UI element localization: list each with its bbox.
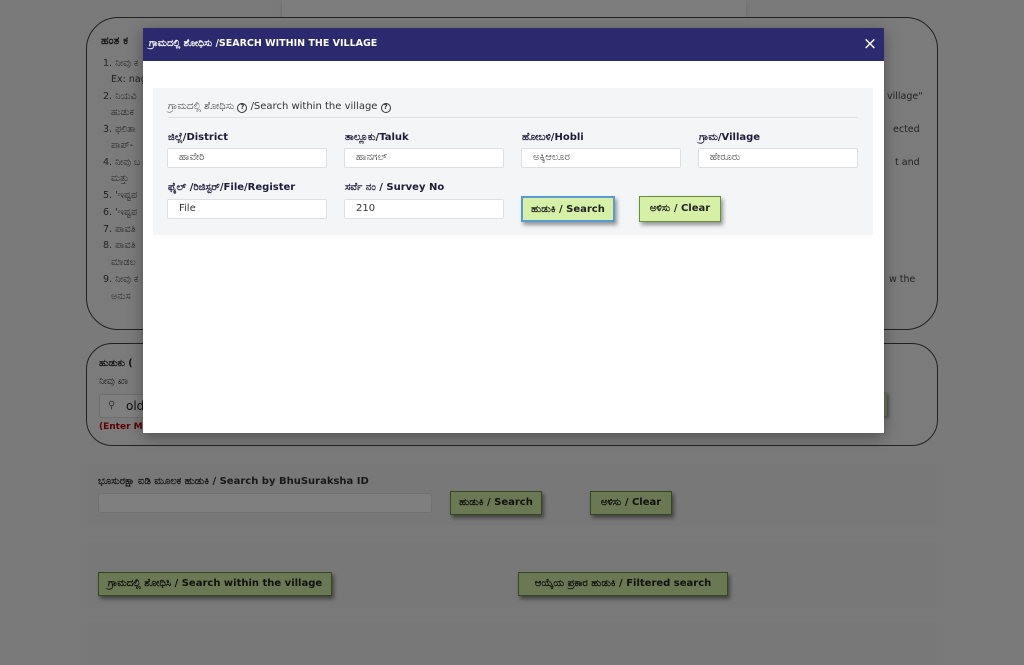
file-register-select[interactable]: File — [167, 199, 327, 219]
hobli-label: ಹೋಬಳಿ/Hobli — [522, 132, 584, 143]
hobli-select[interactable]: ಅಕ್ಕಿಆಲೂರ — [521, 148, 681, 168]
survey-no-label: ಸರ್ವೆ ನಂ / Survey No — [345, 182, 445, 193]
taluk-label: ತಾಲ್ಲೂಕು/Taluk — [345, 132, 409, 143]
section-title-kn: ಗ್ರಾಮದಲ್ಲಿ ಶೋಧಿಸು — [168, 101, 235, 112]
district-select[interactable]: ಹಾವೇರಿ — [167, 148, 327, 168]
divider — [168, 117, 858, 118]
survey-no-input[interactable]: 210 — [344, 199, 504, 219]
taluk-select[interactable]: ಹಾನಗಲ್ — [344, 148, 504, 168]
district-label: ಜಿಲ್ಲೆ/District — [168, 132, 228, 143]
village-label: ಗ್ರಾಮ/Village — [699, 132, 761, 143]
help-icon[interactable]: ? — [237, 103, 248, 113]
section-title-en: /Search within the village — [250, 101, 378, 112]
village-search-modal: ಗ್ರಾಮದಲ್ಲಿ ಶೋಧಿಸು /SEARCH WITHIN THE VIL… — [143, 28, 884, 433]
modal-header: ಗ್ರಾಮದಲ್ಲಿ ಶೋಧಿಸು /SEARCH WITHIN THE VIL… — [143, 28, 884, 61]
help-icon[interactable]: ? — [380, 103, 391, 113]
clear-button[interactable]: ಅಳಿಸು / Clear — [639, 196, 721, 222]
search-button[interactable]: ಹುಡುಕಿ / Search — [521, 196, 615, 222]
section-title: ಗ್ರಾಮದಲ್ಲಿ ಶೋಧಿಸು ? /Search within the v… — [168, 101, 391, 113]
file-register-label: ಫೈಲ್ /ರಿಜಿಸ್ಟರ್/File/Register — [168, 182, 296, 193]
close-icon[interactable]: × — [860, 34, 880, 54]
village-select[interactable]: ಹೇರೂರು — [698, 148, 858, 168]
modal-title: ಗ್ರಾಮದಲ್ಲಿ ಶೋಧಿಸು /SEARCH WITHIN THE VIL… — [149, 38, 378, 49]
village-search-form: ಗ್ರಾಮದಲ್ಲಿ ಶೋಧಿಸು ? /Search within the v… — [153, 88, 873, 235]
